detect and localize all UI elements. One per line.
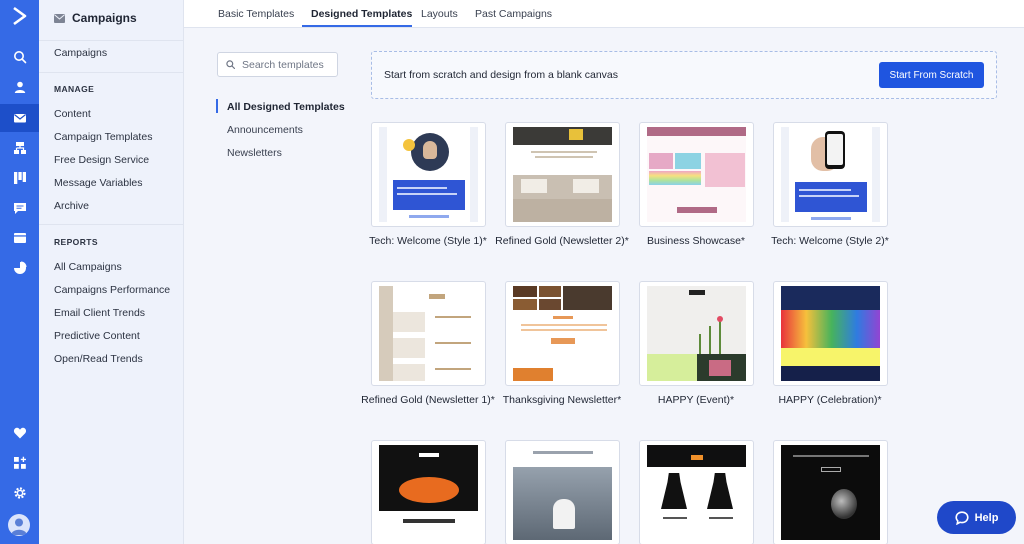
start-from-scratch-banner: Start from scratch and design from a bla…	[371, 51, 997, 99]
subnav-item-all-campaigns[interactable]: All Campaigns	[54, 261, 122, 273]
tab-past-campaigns[interactable]: Past Campaigns	[475, 8, 552, 20]
template-name: Tech: Welcome (Style 1)*	[369, 235, 487, 247]
divider	[39, 224, 184, 225]
subnav-item-email-client-trends[interactable]: Email Client Trends	[54, 307, 145, 319]
template-name: Thanksgiving Newsletter*	[502, 394, 622, 406]
subnav-item-campaigns[interactable]: Campaigns	[54, 47, 107, 59]
active-category-indicator	[216, 99, 218, 113]
template-card[interactable]	[371, 122, 486, 227]
divider	[39, 72, 184, 73]
campaigns-subnav: Campaigns Campaigns MANAGE Content Campa…	[39, 0, 184, 544]
favorites-icon[interactable]	[0, 419, 39, 447]
template-card[interactable]	[773, 122, 888, 227]
template-thumbnail	[781, 445, 880, 540]
category-announcements[interactable]: Announcements	[227, 124, 303, 136]
subnav-item-archive[interactable]: Archive	[54, 200, 89, 212]
template-thumbnail	[647, 445, 746, 540]
start-from-scratch-button[interactable]: Start From Scratch	[879, 62, 984, 88]
active-tab-indicator	[302, 25, 412, 27]
subnav-item-campaigns-performance[interactable]: Campaigns Performance	[54, 284, 170, 296]
tab-layouts[interactable]: Layouts	[421, 8, 458, 20]
subnav-title: Campaigns	[72, 11, 137, 25]
conversations-icon[interactable]	[0, 194, 39, 222]
template-thumbnail	[781, 127, 880, 222]
pipeline-icon[interactable]	[0, 164, 39, 192]
template-thumbnail	[647, 286, 746, 381]
contacts-icon[interactable]	[0, 73, 39, 101]
template-card[interactable]	[639, 440, 754, 544]
template-thumbnail	[781, 286, 880, 381]
campaigns-icon[interactable]	[0, 104, 44, 132]
tab-designed-templates[interactable]: Designed Templates	[311, 8, 412, 20]
apps-icon[interactable]	[0, 449, 39, 477]
template-thumbnail	[379, 286, 478, 381]
subnav-item-content[interactable]: Content	[54, 108, 91, 120]
template-card[interactable]	[639, 281, 754, 386]
template-card[interactable]	[639, 122, 754, 227]
template-thumbnail	[513, 286, 612, 381]
subnav-item-open-read-trends[interactable]: Open/Read Trends	[54, 353, 143, 365]
campaigns-icon	[54, 13, 65, 23]
template-name: HAPPY (Event)*	[657, 394, 735, 406]
icon-rail	[0, 0, 44, 544]
template-name: HAPPY (Celebration)*	[778, 394, 882, 406]
subnav-item-free-design-service[interactable]: Free Design Service	[54, 154, 149, 166]
tab-basic-templates[interactable]: Basic Templates	[218, 8, 294, 20]
search-icon[interactable]	[0, 43, 39, 71]
subnav-header: Campaigns	[54, 11, 137, 25]
template-thumbnail	[379, 127, 478, 222]
category-newsletters[interactable]: Newsletters	[227, 147, 282, 159]
automations-icon[interactable]	[0, 134, 39, 162]
template-card[interactable]	[773, 281, 888, 386]
manage-section-header: MANAGE	[54, 84, 95, 94]
template-card[interactable]	[773, 440, 888, 544]
template-card[interactable]	[505, 281, 620, 386]
category-all-designed-templates[interactable]: All Designed Templates	[227, 101, 345, 113]
template-name: Business Showcase*	[646, 235, 746, 247]
template-card[interactable]	[505, 122, 620, 227]
divider	[39, 40, 184, 41]
template-thumbnail	[513, 127, 612, 222]
template-card[interactable]	[371, 440, 486, 544]
template-thumbnail	[379, 445, 478, 540]
search-icon	[226, 60, 235, 69]
template-card[interactable]	[505, 440, 620, 544]
search-box	[217, 52, 338, 77]
subnav-item-message-variables[interactable]: Message Variables	[54, 177, 143, 189]
template-name: Tech: Welcome (Style 2)*	[771, 235, 889, 247]
activecampaign-logo-icon[interactable]	[8, 5, 30, 27]
settings-icon[interactable]	[0, 479, 39, 507]
reports-section-header: REPORTS	[54, 237, 98, 247]
template-name: Refined Gold (Newsletter 2)*	[495, 235, 629, 247]
reports-icon[interactable]	[0, 254, 39, 282]
help-button[interactable]: Help	[937, 501, 1016, 534]
template-thumbnail	[513, 445, 612, 540]
website-icon[interactable]	[0, 224, 39, 252]
template-card[interactable]	[371, 281, 486, 386]
banner-text: Start from scratch and design from a bla…	[384, 69, 619, 81]
template-name: Refined Gold (Newsletter 1)*	[361, 394, 495, 406]
template-thumbnail	[647, 127, 746, 222]
chat-bubble-icon	[954, 510, 969, 525]
subnav-item-campaign-templates[interactable]: Campaign Templates	[54, 131, 152, 143]
subnav-item-predictive-content[interactable]: Predictive Content	[54, 330, 140, 342]
template-tabs: Basic Templates Designed Templates Layou…	[184, 0, 1024, 28]
user-avatar[interactable]	[8, 514, 30, 536]
help-label: Help	[974, 511, 999, 524]
search-input[interactable]	[242, 58, 334, 71]
